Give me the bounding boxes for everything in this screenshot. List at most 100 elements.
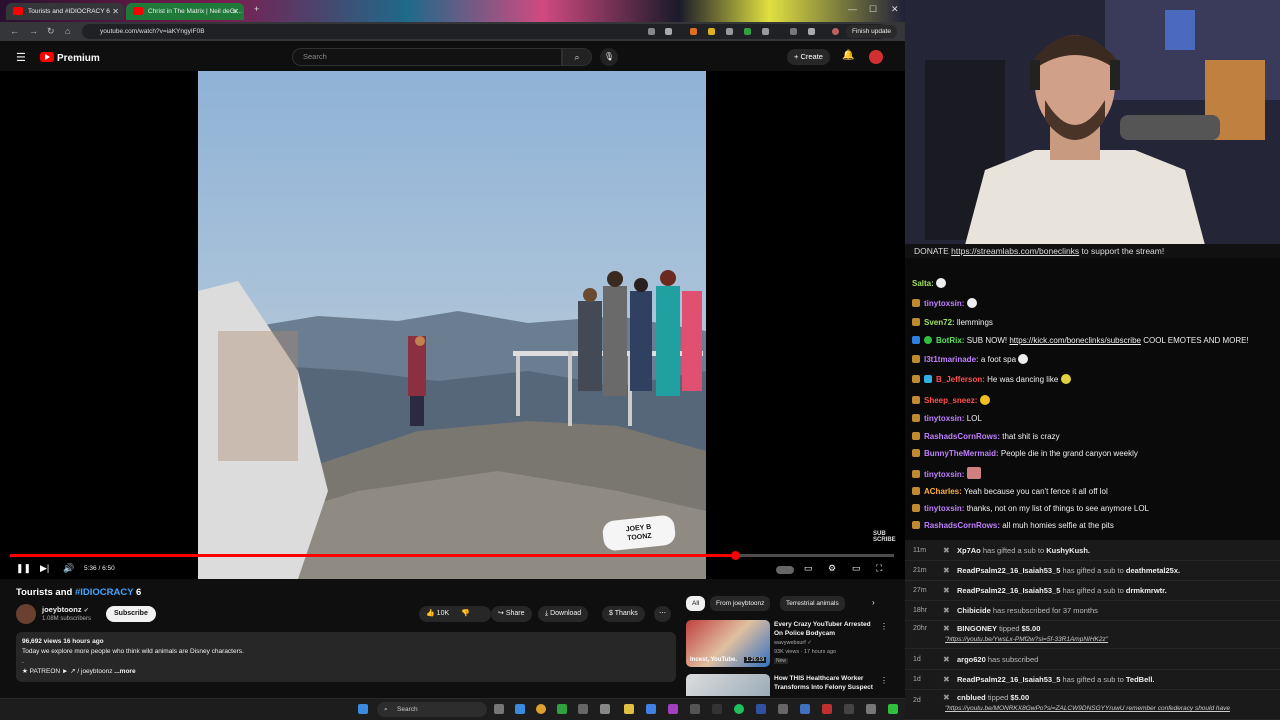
chip-terrestrial-animals[interactable]: Terrestrial animals bbox=[780, 596, 845, 611]
more-vertical-icon[interactable]: ⋮ bbox=[880, 676, 886, 685]
app-icon[interactable] bbox=[866, 704, 876, 714]
app-icon[interactable] bbox=[800, 704, 810, 714]
avatar[interactable] bbox=[869, 50, 883, 64]
app-icon[interactable] bbox=[578, 704, 588, 714]
download-icon[interactable] bbox=[808, 28, 815, 35]
back-icon[interactable]: ← bbox=[10, 26, 19, 36]
rec-channel[interactable]: wavywebsurf ✓ bbox=[774, 640, 812, 646]
app-icon[interactable] bbox=[822, 704, 832, 714]
extension-icon[interactable] bbox=[726, 28, 733, 35]
recommended-video[interactable]: How THIS Healthcare Worker Transforms In… bbox=[686, 674, 886, 696]
next-icon[interactable]: ▶| bbox=[40, 563, 49, 574]
forward-icon[interactable]: → bbox=[29, 26, 38, 36]
rec-title[interactable]: How THIS Healthcare Worker Transforms In… bbox=[774, 674, 880, 692]
scrubber-handle[interactable] bbox=[730, 551, 740, 560]
show-more-link[interactable]: ...more bbox=[114, 668, 135, 675]
video-thumbnail[interactable] bbox=[686, 674, 770, 696]
volume-icon[interactable]: 🔊 bbox=[63, 563, 74, 574]
sidebar-icon[interactable] bbox=[790, 28, 797, 35]
rec-title[interactable]: Every Crazy YouTuber Arrested On Police … bbox=[774, 620, 880, 638]
chat-username[interactable]: Salta: bbox=[912, 279, 934, 288]
spotify-icon[interactable] bbox=[734, 704, 744, 714]
subscribe-watermark-icon[interactable]: SUB SCRIBE bbox=[873, 531, 896, 543]
chat-username[interactable]: RashadsCornRows: bbox=[924, 432, 1000, 441]
chevron-right-icon[interactable]: › bbox=[872, 598, 875, 607]
chat-username[interactable]: tinytoxsin: bbox=[924, 299, 964, 308]
more-vertical-icon[interactable]: ⋮ bbox=[880, 622, 888, 631]
app-icon[interactable] bbox=[778, 704, 788, 714]
extensions-puzzle-icon[interactable] bbox=[762, 28, 769, 35]
app-icon[interactable] bbox=[668, 704, 678, 714]
chat-username[interactable]: BunnyTheMermaid: bbox=[924, 449, 999, 458]
app-icon[interactable] bbox=[888, 704, 898, 714]
more-actions-button[interactable]: ⋯ bbox=[654, 606, 671, 622]
chat-username[interactable]: tinytoxsin: bbox=[924, 414, 964, 423]
voice-search-button[interactable]: 🎙 bbox=[600, 48, 618, 66]
chat-username[interactable]: ACharles: bbox=[924, 487, 962, 496]
progress-bar[interactable] bbox=[10, 551, 894, 560]
subscribe-button[interactable]: Subscribe bbox=[106, 606, 156, 622]
chat-link[interactable]: https://kick.com/boneclinks/subscribe bbox=[1009, 336, 1141, 345]
new-tab-icon[interactable]: + bbox=[254, 4, 259, 14]
close-tab-icon[interactable]: ✕ bbox=[112, 3, 119, 20]
close-window-icon[interactable]: ✕ bbox=[891, 4, 899, 15]
search-input[interactable]: Search bbox=[292, 48, 562, 66]
app-icon[interactable] bbox=[690, 704, 700, 714]
fullscreen-icon[interactable]: ⛶ bbox=[876, 563, 882, 574]
dislike-button[interactable]: 👎 bbox=[461, 610, 470, 617]
share-button[interactable]: ↪ Share bbox=[491, 606, 532, 622]
chat-username[interactable]: B_Jefferson: bbox=[936, 375, 985, 384]
search-button[interactable]: ⌕ bbox=[562, 48, 592, 66]
chat-username[interactable]: tinytoxsin: bbox=[924, 470, 964, 479]
patreon-link[interactable]: ★ PATREON ► ↗ / joeybtoonz bbox=[22, 668, 112, 675]
cast-icon[interactable] bbox=[648, 28, 655, 35]
minimize-icon[interactable]: — bbox=[848, 4, 857, 14]
extension-icon[interactable] bbox=[690, 28, 697, 35]
pause-icon[interactable]: ❚❚ bbox=[16, 563, 31, 574]
thanks-button[interactable]: $ Thanks bbox=[602, 606, 645, 622]
download-button[interactable]: ⤓ Download bbox=[538, 606, 589, 622]
like-button[interactable]: 👍 10K bbox=[426, 610, 449, 617]
settings-gear-icon[interactable]: ⚙ bbox=[828, 563, 836, 574]
chat-username[interactable]: tinytoxsin: bbox=[924, 504, 964, 513]
reload-icon[interactable]: ↻ bbox=[47, 26, 55, 37]
app-icon[interactable] bbox=[600, 704, 610, 714]
tab-youtube[interactable]: Tourists and #IDIOCRACY 6 ✕ bbox=[6, 3, 124, 20]
tip-message-link[interactable]: "https://youtu.be/MONRKX8GwPo?si=ZALCW9D… bbox=[945, 704, 1230, 714]
app-icon[interactable] bbox=[646, 704, 656, 714]
subtitles-icon[interactable]: ▭ bbox=[804, 563, 813, 574]
app-icon[interactable] bbox=[756, 704, 766, 714]
tab-christ-matrix[interactable]: Christ in The Matrix | Neil deGr... ✕ bbox=[126, 3, 244, 20]
create-button[interactable]: + Create bbox=[787, 49, 830, 65]
chip-from-channel[interactable]: From joeybtoonz bbox=[710, 596, 771, 611]
theater-mode-icon[interactable]: ▭ bbox=[852, 563, 861, 574]
file-explorer-icon[interactable] bbox=[624, 704, 634, 714]
edge-icon[interactable] bbox=[515, 704, 525, 714]
menu-hamburger-icon[interactable]: ☰ bbox=[16, 51, 26, 64]
finish-update-button[interactable]: Finish update bbox=[845, 25, 897, 38]
channel-avatar[interactable] bbox=[16, 604, 36, 624]
windows-start-icon[interactable] bbox=[358, 704, 368, 714]
app-icon[interactable] bbox=[557, 704, 567, 714]
notifications-bell-icon[interactable]: 🔔 bbox=[842, 50, 854, 61]
bookmark-star-icon[interactable] bbox=[665, 28, 672, 35]
taskbar-search-input[interactable]: ⌕ Search bbox=[377, 702, 487, 717]
chat-username[interactable]: l3t1tmarinade: bbox=[924, 355, 979, 364]
extension-icon[interactable] bbox=[708, 28, 715, 35]
close-tab-icon[interactable]: ✕ bbox=[232, 3, 239, 20]
youtube-logo[interactable]: Premium bbox=[40, 52, 100, 64]
profile-icon[interactable] bbox=[832, 28, 839, 35]
video-player[interactable]: JOEY B TOONZ SUB SCRIBE ❚❚ ▶| 🔊 5:36 / 6:… bbox=[0, 71, 905, 579]
chat-username[interactable]: Sven72: bbox=[924, 318, 955, 327]
chrome-icon[interactable] bbox=[536, 704, 546, 714]
recommended-video[interactable]: Incest, YouTube. 1:26:19 Every Crazy You… bbox=[686, 620, 888, 670]
hashtag-link[interactable]: #IDIOCRACY bbox=[75, 587, 133, 598]
home-icon[interactable]: ⌂ bbox=[65, 26, 70, 36]
extension-icon[interactable] bbox=[744, 28, 751, 35]
autoplay-toggle[interactable] bbox=[776, 566, 794, 574]
chat-username[interactable]: Sheep_sneez: bbox=[924, 396, 977, 405]
maximize-icon[interactable]: ☐ bbox=[869, 4, 877, 15]
task-view-icon[interactable] bbox=[494, 704, 504, 714]
tip-message-link[interactable]: "https://youtu.be/YwsLx-PMf2w?si=5f-33R1… bbox=[945, 635, 1108, 645]
description-box[interactable]: 96,692 views 16 hours ago Today we explo… bbox=[16, 632, 676, 682]
